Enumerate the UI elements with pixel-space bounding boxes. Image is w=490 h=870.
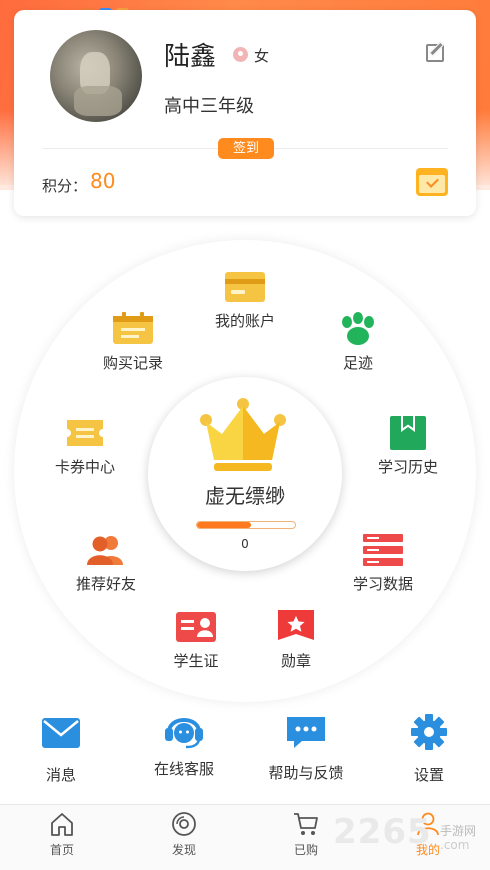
message-label: 消息 — [45, 766, 76, 784]
female-icon — [233, 47, 248, 62]
cart-icon — [294, 813, 318, 835]
grade-label: 高中三年级 — [164, 96, 254, 117]
points-value: 80 — [90, 169, 116, 193]
coupon-center-item[interactable]: 卡券中心 — [30, 416, 140, 477]
tab-home[interactable]: 首页 — [22, 811, 102, 858]
ticket-icon — [65, 416, 105, 450]
watermark-logo: 2265 — [333, 812, 432, 852]
points-label: 积分： — [42, 177, 88, 195]
student-id-label: 学生证 — [173, 652, 219, 670]
function-grid: 消息 在线客服 帮助与反馈 设置 — [0, 710, 490, 802]
recommend-friend-item[interactable]: 推荐好友 — [51, 533, 161, 594]
medal-label: 勋章 — [280, 652, 311, 670]
coupon-center-label: 卡券中心 — [54, 458, 115, 476]
tab-home-label: 首页 — [49, 843, 74, 857]
level-progress-bar — [196, 521, 296, 529]
avatar[interactable] — [50, 30, 142, 122]
paw-icon — [338, 312, 378, 346]
bookmark-book-icon — [388, 416, 428, 450]
level-value: 0 — [241, 537, 249, 551]
friends-icon — [86, 533, 126, 567]
recommend-friend-label: 推荐好友 — [75, 575, 136, 593]
gender-label: 女 — [254, 47, 270, 65]
level-name: 虚无缥缈 — [205, 484, 285, 508]
level-progress-fill — [197, 522, 251, 528]
footprint-label: 足迹 — [342, 354, 373, 372]
study-data-item[interactable]: 学习数据 — [328, 533, 438, 594]
headset-icon — [165, 718, 203, 749]
purchase-record-item[interactable]: 购买记录 — [78, 312, 188, 373]
my-account-item[interactable]: 我的账户 — [190, 270, 300, 331]
crown-icon — [200, 398, 286, 471]
footprint-item[interactable]: 足迹 — [303, 312, 413, 373]
mail-icon — [42, 718, 80, 748]
study-data-label: 学习数据 — [352, 575, 413, 593]
study-history-label: 学习历史 — [377, 458, 438, 476]
signin-button[interactable]: 签到 — [218, 138, 274, 159]
tab-discover[interactable]: 发现 — [144, 811, 224, 858]
study-history-item[interactable]: 学习历史 — [353, 416, 463, 477]
profile-card: 陆鑫 女 高中三年级 签到 积分： 80 — [14, 10, 476, 216]
student-id-item[interactable]: 学生证 — [141, 610, 251, 671]
calendar-checkin-icon[interactable] — [416, 168, 448, 196]
online-service-label: 在线客服 — [153, 760, 214, 778]
user-name: 陆鑫 — [164, 42, 217, 72]
id-card-icon — [176, 610, 216, 644]
tab-discover-label: 发现 — [171, 843, 196, 857]
my-account-label: 我的账户 — [214, 312, 275, 330]
online-service-item[interactable]: 在线客服 — [123, 710, 245, 779]
edit-icon[interactable] — [426, 44, 444, 62]
settings-label: 设置 — [413, 766, 444, 784]
data-list-icon — [363, 533, 403, 567]
watermark-text: 手游网 — [440, 824, 477, 838]
wallet-icon — [225, 270, 265, 304]
medal-item[interactable]: 勋章 — [241, 610, 351, 671]
help-feedback-item[interactable]: 帮助与反馈 — [245, 710, 367, 783]
purchase-record-label: 购买记录 — [102, 354, 163, 372]
home-icon — [51, 813, 73, 836]
gear-icon — [411, 714, 447, 750]
settings-item[interactable]: 设置 — [368, 710, 490, 785]
purchase-record-icon — [113, 312, 153, 346]
message-item[interactable]: 消息 — [0, 710, 122, 785]
help-feedback-label: 帮助与反馈 — [268, 764, 344, 782]
medal-icon — [276, 610, 316, 644]
discover-icon — [172, 812, 196, 836]
profile-page: 陆鑫 女 高中三年级 签到 积分： 80 我的账户 购买记录 足迹 卡券中心 学… — [0, 0, 490, 870]
chat-bubble-icon — [287, 717, 325, 748]
watermark-domain: .com — [440, 838, 470, 852]
